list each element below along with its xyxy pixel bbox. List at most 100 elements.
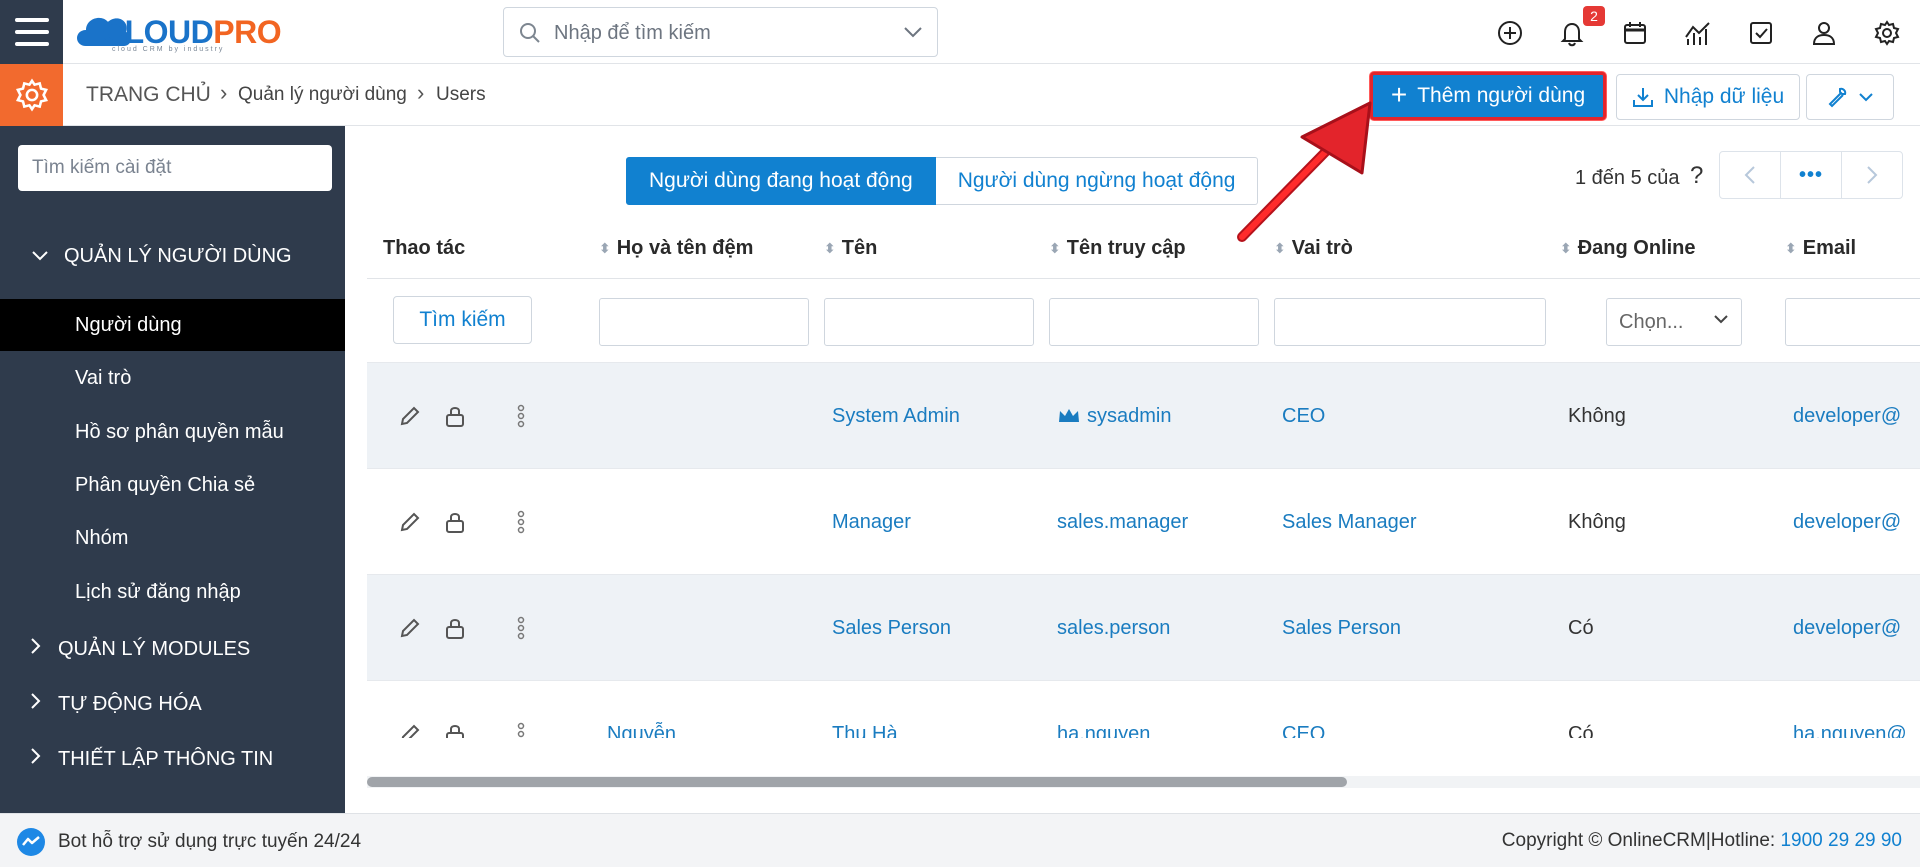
- more-vertical-icon[interactable]: [508, 403, 534, 429]
- breadcrumb-page: Users: [436, 84, 486, 105]
- chevron-left-icon: [1744, 166, 1755, 184]
- sidebar-item-roles[interactable]: Vai trò: [0, 352, 345, 404]
- header-last-name[interactable]: ⬍ Họ và tên đệm: [599, 218, 753, 278]
- chart-icon[interactable]: [1682, 17, 1714, 49]
- chat-bot-link[interactable]: Bot hỗ trợ sử dụng trực tuyến 24/24: [16, 827, 361, 857]
- header-actions: Thao tác: [383, 236, 466, 259]
- cell-email[interactable]: developer@: [1793, 363, 1901, 469]
- horizontal-scrollbar[interactable]: [367, 776, 1920, 788]
- hotline-link[interactable]: 1900 29 29 90: [1780, 830, 1902, 851]
- cell-first-name[interactable]: Thu Hà: [832, 681, 898, 739]
- cell-username[interactable]: sales.manager: [1057, 469, 1188, 575]
- sidebar-item-profiles[interactable]: Hồ sơ phân quyền mẫu: [0, 406, 345, 458]
- table-row[interactable]: Sales Person sales.person Sales Person C…: [367, 574, 1920, 680]
- sidebar-item-users[interactable]: Người dùng: [0, 299, 345, 351]
- cell-online: Không: [1568, 510, 1626, 533]
- header-first-name[interactable]: ⬍ Tên: [824, 218, 877, 278]
- filter-online-select[interactable]: Chọn...: [1606, 298, 1742, 346]
- cell-email[interactable]: ha.nguyen@: [1793, 681, 1907, 739]
- scrollbar-thumb[interactable]: [367, 777, 1347, 787]
- cell-role[interactable]: CEO: [1282, 681, 1325, 739]
- cell-online: Có: [1568, 722, 1594, 739]
- cell-username[interactable]: ha.nguyen: [1057, 681, 1150, 739]
- header-email[interactable]: ⬍ Email: [1785, 218, 1856, 278]
- breadcrumb-section[interactable]: Quản lý người dùng: [238, 84, 407, 106]
- edit-pencil-icon[interactable]: [397, 403, 423, 429]
- messenger-icon: [17, 828, 45, 856]
- sidebar-group-modules[interactable]: QUẢN LÝ MODULES: [0, 629, 345, 669]
- sidebar-item-groups[interactable]: Nhóm: [0, 512, 345, 564]
- table-row[interactable]: Nguyễn Thu Hà ha.nguyen CEO Có ha.nguyen…: [367, 680, 1920, 738]
- table-row[interactable]: System Admin sysadmin CEO Không develope…: [367, 362, 1920, 468]
- sidebar-group-users[interactable]: QUẢN LÝ NGƯỜI DÙNG: [0, 236, 345, 276]
- settings-search-input[interactable]: [18, 145, 332, 191]
- chevron-right-icon: [22, 747, 50, 771]
- more-vertical-icon[interactable]: [508, 721, 534, 738]
- settings-gear-icon[interactable]: [0, 64, 63, 126]
- chevron-down-icon[interactable]: [903, 25, 923, 39]
- edit-pencil-icon[interactable]: [397, 509, 423, 535]
- add-circle-icon[interactable]: [1494, 17, 1526, 49]
- sort-icon: ⬍: [599, 240, 611, 256]
- breadcrumb-home[interactable]: TRANG CHỦ: [86, 83, 211, 107]
- next-page-button[interactable]: [1842, 152, 1902, 198]
- sidebar-item-sharing[interactable]: Phân quyền Chia sẻ: [0, 459, 345, 511]
- footer-copyright: Copyright © OnlineCRM|Hotline: 1900 29 2…: [1501, 830, 1902, 851]
- sidebar-group-automation[interactable]: TỰ ĐỘNG HÓA: [0, 684, 345, 724]
- more-vertical-icon[interactable]: [508, 509, 534, 535]
- help-icon[interactable]: ?: [1690, 162, 1703, 190]
- search-icon: [520, 23, 540, 43]
- tools-dropdown-button[interactable]: [1806, 74, 1894, 120]
- sidebar-item-login-history[interactable]: Lịch sử đăng nhập: [0, 566, 345, 618]
- calendar-icon[interactable]: [1619, 17, 1651, 49]
- global-search-input[interactable]: [554, 18, 884, 48]
- sort-icon: ⬍: [1560, 240, 1572, 256]
- filter-username-input[interactable]: [1049, 298, 1259, 346]
- more-pages-button[interactable]: •••: [1780, 152, 1842, 198]
- settings-gear-icon[interactable]: [1871, 17, 1903, 49]
- cell-role[interactable]: CEO: [1282, 363, 1325, 469]
- cell-online: Không: [1568, 404, 1626, 427]
- filter-last-name-input[interactable]: [599, 298, 809, 346]
- cell-email[interactable]: developer@: [1793, 469, 1901, 575]
- cell-first-name[interactable]: System Admin: [832, 363, 960, 469]
- lock-icon[interactable]: [442, 615, 468, 641]
- more-vertical-icon[interactable]: [508, 615, 534, 641]
- cell-username[interactable]: sales.person: [1057, 575, 1170, 681]
- menu-icon[interactable]: [0, 0, 63, 64]
- cell-last-name[interactable]: Nguyễn: [607, 681, 676, 739]
- import-data-button[interactable]: Nhập dữ liệu: [1616, 74, 1800, 120]
- edit-pencil-icon[interactable]: [397, 721, 423, 738]
- tab-active-users[interactable]: Người dùng đang hoạt động: [626, 157, 936, 205]
- add-user-button[interactable]: + Thêm người dùng: [1370, 72, 1606, 120]
- filter-row: Tìm kiếm Chọn...: [367, 279, 1920, 362]
- filter-email-input[interactable]: [1785, 298, 1920, 346]
- table-row[interactable]: Manager sales.manager Sales Manager Khôn…: [367, 468, 1920, 574]
- filter-first-name-input[interactable]: [824, 298, 1034, 346]
- edit-pencil-icon[interactable]: [397, 615, 423, 641]
- lock-icon[interactable]: [442, 509, 468, 535]
- user-icon[interactable]: [1808, 17, 1840, 49]
- cell-email[interactable]: developer@: [1793, 575, 1901, 681]
- global-search[interactable]: [503, 7, 938, 57]
- filter-search-button[interactable]: Tìm kiếm: [393, 296, 532, 344]
- sidebar-group-info[interactable]: THIẾT LẬP THÔNG TIN: [0, 739, 345, 779]
- filter-role-input[interactable]: [1274, 298, 1546, 346]
- header-online[interactable]: ⬍ Đang Online: [1560, 218, 1696, 278]
- cell-first-name[interactable]: Sales Person: [832, 575, 951, 681]
- task-check-icon[interactable]: [1745, 17, 1777, 49]
- tab-inactive-users[interactable]: Người dùng ngừng hoạt động: [935, 157, 1259, 205]
- logo[interactable]: CLOUDPRO cloud CRM by industry: [72, 6, 297, 56]
- sub-bar: TRANG CHỦ › Quản lý người dùng › Users +…: [0, 64, 1920, 126]
- prev-page-button[interactable]: [1720, 152, 1780, 198]
- header-username[interactable]: ⬍ Tên truy cập: [1049, 218, 1186, 278]
- lock-icon[interactable]: [442, 721, 468, 738]
- cell-role[interactable]: Sales Person: [1282, 575, 1401, 681]
- lock-icon[interactable]: [442, 403, 468, 429]
- red-arrow-annotation: [1237, 101, 1372, 242]
- user-status-tabs: Người dùng đang hoạt động Người dùng ngừ…: [626, 157, 1259, 205]
- cell-username[interactable]: sysadmin: [1057, 363, 1171, 469]
- chevron-down-icon: [1714, 315, 1728, 324]
- cell-first-name[interactable]: Manager: [832, 469, 911, 575]
- cell-role[interactable]: Sales Manager: [1282, 469, 1417, 575]
